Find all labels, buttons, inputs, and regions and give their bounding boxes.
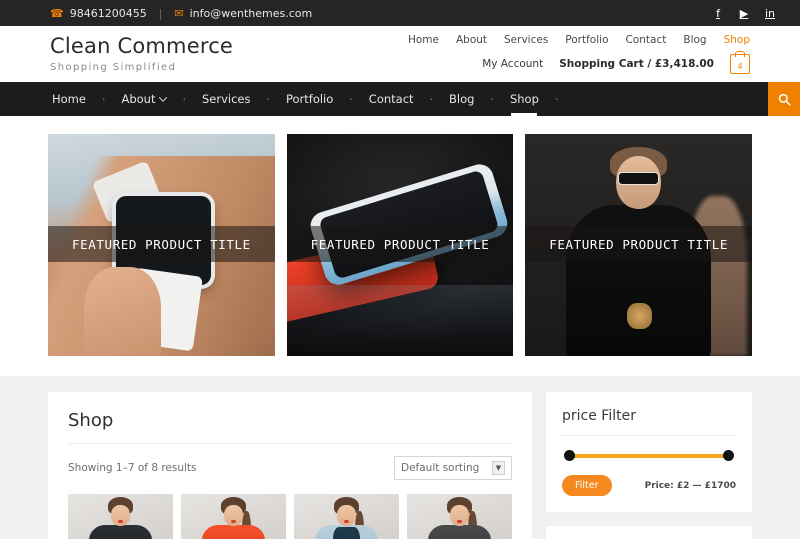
phone-icon: ☎	[50, 6, 64, 20]
nav-item-blog[interactable]: Blog	[447, 82, 476, 116]
slider-handle-max[interactable]	[723, 450, 734, 461]
search-icon[interactable]	[768, 82, 800, 116]
header-nav-contact[interactable]: Contact	[626, 34, 667, 46]
topbar-separator: |	[158, 6, 163, 20]
phone-number: 98461200455	[69, 6, 147, 20]
nav-label-about: About	[121, 92, 156, 106]
header-nav-shop[interactable]: Shop	[724, 34, 750, 46]
nav-label-blog: Blog	[449, 92, 475, 106]
product-card[interactable]	[407, 494, 512, 539]
site-header: Clean Commerce Shopping Simplified Home …	[0, 26, 800, 82]
my-account-link[interactable]: My Account	[482, 58, 543, 70]
sidebar: price Filter Filter Price: £2 — £1700 Re…	[546, 392, 752, 539]
email-contact[interactable]: ✉ info@wenthemes.com	[174, 7, 312, 20]
chevron-down-icon	[159, 93, 168, 102]
header-nav-portfolio[interactable]: Portfolio	[565, 34, 608, 46]
brand-title: Clean Commerce	[50, 34, 234, 59]
slider-handle-min[interactable]	[564, 450, 575, 461]
facebook-icon[interactable]: f	[712, 7, 724, 20]
nav-item-shop[interactable]: Shop	[508, 82, 541, 116]
nav-separator: ·	[349, 92, 353, 106]
header-nav-home[interactable]: Home	[408, 34, 439, 46]
product-grid	[68, 494, 512, 539]
price-range-slider[interactable]	[564, 450, 734, 462]
widget-price-filter: price Filter Filter Price: £2 — £1700	[546, 392, 752, 512]
nav-item-about[interactable]: About	[119, 82, 168, 116]
shop-toolbar: Showing 1–7 of 8 results Default sorting…	[68, 444, 512, 494]
nav-item-contact[interactable]: Contact	[367, 82, 416, 116]
banner-title-1: FEATURED PRODUCT TITLE	[48, 226, 275, 262]
phone-contact[interactable]: ☎ 98461200455	[50, 7, 147, 20]
nav-label-home: Home	[52, 92, 86, 106]
featured-banner-2[interactable]: FEATURED PRODUCT TITLE	[286, 134, 514, 356]
widget-recent-reviews: Recent Reviews	[546, 526, 752, 539]
featured-banner-1[interactable]: FEATURED PRODUCT TITLE	[48, 134, 275, 356]
product-card[interactable]	[68, 494, 173, 539]
banner-title-3: FEATURED PRODUCT TITLE	[525, 226, 753, 262]
primary-navigation: Home · About · Services · Portfolio · Co…	[0, 82, 800, 116]
banner-title-2: FEATURED PRODUCT TITLE	[286, 226, 514, 262]
sorting-value: Default sorting	[401, 462, 480, 474]
price-filter-title: price Filter	[562, 408, 736, 436]
nav-separator: ·	[182, 92, 186, 106]
filter-button[interactable]: Filter	[562, 475, 612, 496]
page-content: Shop Showing 1–7 of 8 results Default so…	[0, 376, 800, 539]
product-card[interactable]	[181, 494, 286, 539]
nav-separator: ·	[101, 92, 106, 106]
header-nav-about[interactable]: About	[456, 34, 487, 46]
nav-label-services: Services	[201, 92, 251, 106]
nav-label-portfolio: Portfolio	[285, 92, 334, 106]
envelope-icon: ✉	[174, 6, 184, 20]
header-nav-services[interactable]: Services	[504, 34, 548, 46]
header-account-cart: My Account Shopping Cart / £3,418.00 4	[408, 54, 750, 74]
email-address: info@wenthemes.com	[189, 6, 313, 20]
nav-separator: ·	[490, 92, 494, 106]
top-utility-bar: ☎ 98461200455 | ✉ info@wenthemes.com f ▶…	[0, 0, 800, 26]
header-top-nav: Home About Services Portfolio Contact Bl…	[408, 34, 750, 46]
nav-separator: ·	[554, 92, 559, 106]
featured-banner-row: FEATURED PRODUCT TITLE FEATURED PRODUCT …	[0, 116, 800, 376]
nav-separator: ·	[266, 92, 270, 106]
youtube-icon[interactable]: ▶	[738, 7, 750, 20]
product-card[interactable]	[294, 494, 399, 539]
header-nav-blog[interactable]: Blog	[683, 34, 706, 46]
nav-label-contact: Contact	[368, 92, 414, 106]
brand-tagline: Shopping Simplified	[50, 61, 177, 73]
shopping-cart-total[interactable]: Shopping Cart / £3,418.00	[559, 58, 714, 70]
chevron-down-icon: ▼	[492, 461, 505, 475]
sorting-select[interactable]: Default sorting ▼	[394, 456, 512, 480]
page-title: Shop	[68, 410, 512, 444]
brand-logo[interactable]: Clean Commerce Shopping Simplified	[50, 34, 408, 73]
nav-separator: ·	[429, 92, 434, 106]
nav-item-portfolio[interactable]: Portfolio	[284, 82, 335, 116]
nav-item-services[interactable]: Services	[200, 82, 253, 116]
shop-listing-panel: Shop Showing 1–7 of 8 results Default so…	[48, 392, 532, 539]
linkedin-icon[interactable]: in	[764, 7, 776, 20]
nav-item-home[interactable]: Home	[50, 82, 88, 116]
cart-count-badge: 4	[737, 62, 743, 71]
featured-banner-3[interactable]: FEATURED PRODUCT TITLE	[525, 134, 753, 356]
cart-icon[interactable]: 4	[730, 54, 750, 74]
slider-track[interactable]	[564, 454, 734, 458]
results-count: Showing 1–7 of 8 results	[68, 462, 197, 474]
nav-label-shop: Shop	[509, 92, 539, 106]
price-range-text: Price: £2 — £1700	[644, 480, 736, 491]
